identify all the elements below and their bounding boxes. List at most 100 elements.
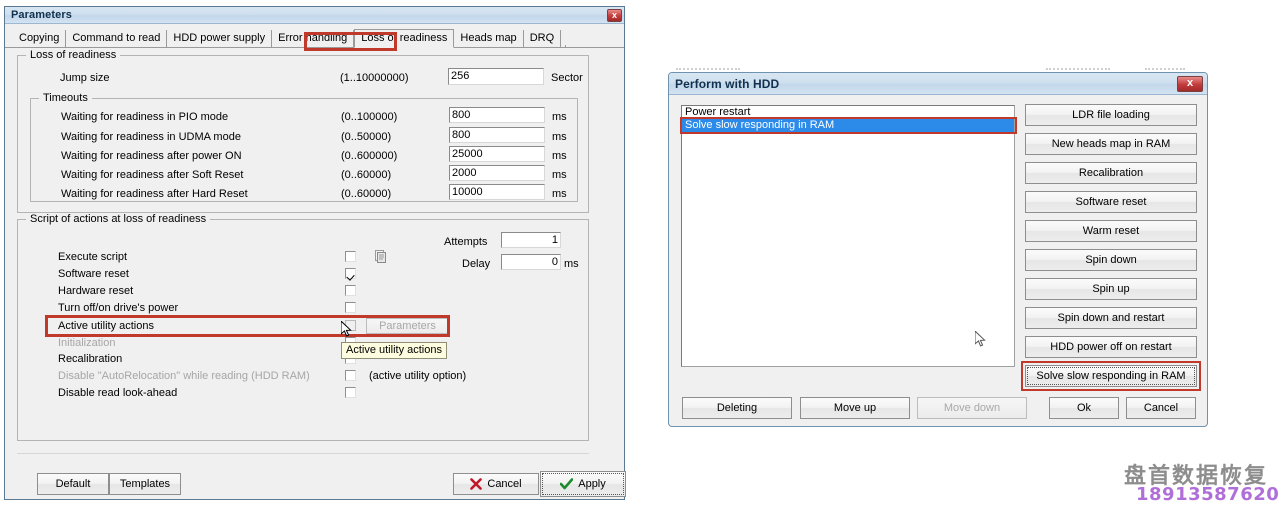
mouse-cursor: [340, 319, 353, 339]
loss-of-readiness-legend: Loss of readiness: [26, 49, 121, 61]
active-utility-option-note: (active utility option): [369, 370, 467, 382]
timeout-range-pio: (0..100000): [341, 111, 398, 123]
default-button[interactable]: Default: [37, 473, 109, 495]
move-up-button[interactable]: Move up: [800, 397, 910, 419]
script-file-icon[interactable]: [374, 250, 387, 263]
timeout-unit-soft-reset: ms: [552, 169, 567, 181]
list-item[interactable]: Solve slow responding in RAM: [682, 119, 1014, 132]
checkbox-software-reset[interactable]: [345, 268, 356, 279]
row-label-turn-off-on-power: Turn off/on drive's power: [58, 302, 179, 314]
timeout-input-pio[interactable]: 800: [449, 107, 545, 123]
row-label-recalibration: Recalibration: [58, 353, 123, 365]
perform-with-hdd-window: Perform with HDD x Power restart Solve s…: [668, 72, 1208, 427]
timeout-range-hard-reset: (0..60000): [341, 188, 392, 200]
timeout-range-soft-reset: (0..60000): [341, 169, 392, 181]
tab-loss-of-readiness[interactable]: Loss of readiness: [354, 29, 455, 48]
tab-hdd-power-supply[interactable]: HDD power supply: [167, 30, 273, 47]
row-label-initialization: Initialization: [58, 337, 116, 349]
active-utility-parameters-button[interactable]: Parameters: [366, 318, 449, 334]
checkbox-execute-script[interactable]: [345, 251, 356, 262]
perform-titlebar[interactable]: Perform with HDD x: [669, 73, 1207, 95]
deleting-button[interactable]: Deleting: [682, 397, 792, 419]
parameters-window: Parameters x Copying Command to read HDD…: [4, 6, 626, 500]
mouse-cursor: [974, 329, 987, 349]
delay-label: Delay: [462, 258, 491, 270]
row-label-disable-autorelocation: Disable "AutoRelocation" while reading (…: [58, 370, 310, 382]
timeout-label-power-on: Waiting for readiness after power ON: [61, 150, 242, 162]
timeouts-legend: Timeouts: [39, 92, 92, 104]
timeout-range-udma: (0..50000): [341, 131, 392, 143]
cancel-button[interactable]: Cancel: [453, 473, 539, 495]
ok-button[interactable]: Ok: [1049, 397, 1119, 419]
checkbox-hardware-reset[interactable]: [345, 285, 356, 296]
attempts-input[interactable]: 1: [501, 232, 561, 248]
timeout-label-soft-reset: Waiting for readiness after Soft Reset: [61, 169, 244, 181]
timeout-input-hard-reset[interactable]: 10000: [449, 184, 545, 200]
delay-input[interactable]: 0: [501, 254, 561, 270]
button-solve-slow-responding-in-ram[interactable]: Solve slow responding in RAM: [1025, 365, 1197, 387]
row-label-disable-read-look-ahead: Disable read look-ahead: [58, 387, 178, 399]
cancel-button-label: Cancel: [487, 478, 522, 490]
timeout-input-soft-reset[interactable]: 2000: [449, 165, 545, 181]
move-down-button[interactable]: Move down: [917, 397, 1027, 419]
active-utility-actions-tooltip: Active utility actions: [341, 342, 447, 359]
apply-icon: [560, 478, 574, 490]
button-spin-down-and-restart[interactable]: Spin down and restart: [1025, 307, 1197, 329]
jump-size-unit: Sector: [551, 72, 583, 84]
timeout-input-power-on[interactable]: 25000: [449, 146, 545, 162]
script-of-actions-group: Script of actions at loss of readiness A…: [17, 213, 589, 441]
tab-error-handling[interactable]: Error handling: [272, 30, 355, 47]
timeout-unit-pio: ms: [552, 111, 567, 123]
checkbox-turn-off-on-power[interactable]: [345, 302, 356, 313]
action-list[interactable]: Power restart Solve slow responding in R…: [681, 105, 1015, 367]
row-label-hardware-reset: Hardware reset: [58, 285, 134, 297]
cancel-button[interactable]: Cancel: [1126, 397, 1196, 419]
checkbox-disable-read-look-ahead[interactable]: [345, 387, 356, 398]
timeout-unit-udma: ms: [552, 131, 567, 143]
row-label-software-reset: Software reset: [58, 268, 129, 280]
timeout-unit-power-on: ms: [552, 150, 567, 162]
tab-copying[interactable]: Copying: [13, 30, 67, 47]
list-item[interactable]: Power restart: [682, 106, 1014, 119]
timeout-label-pio: Waiting for readiness in PIO mode: [61, 111, 229, 123]
timeouts-group: Timeouts Waiting for readiness in PIO mo…: [30, 92, 578, 202]
apply-button[interactable]: Apply: [540, 471, 626, 497]
tab-command-to-read[interactable]: Command to read: [66, 30, 168, 47]
button-hdd-power-off-on-restart[interactable]: HDD power off on restart: [1025, 336, 1197, 358]
checkbox-disable-autorelocation[interactable]: [345, 370, 356, 381]
timeout-label-hard-reset: Waiting for readiness after Hard Reset: [61, 188, 248, 200]
button-new-heads-map-in-ram[interactable]: New heads map in RAM: [1025, 133, 1197, 155]
parameters-window-title: Parameters: [11, 9, 72, 21]
script-of-actions-legend: Script of actions at loss of readiness: [26, 213, 211, 225]
tab-drq[interactable]: DRQ: [524, 30, 562, 47]
timeout-range-power-on: (0..600000): [341, 150, 398, 162]
templates-button[interactable]: Templates: [109, 473, 181, 495]
button-spin-up[interactable]: Spin up: [1025, 278, 1197, 300]
button-ldr-file-loading[interactable]: LDR file loading: [1025, 104, 1197, 126]
button-software-reset[interactable]: Software reset: [1025, 191, 1197, 213]
button-recalibration[interactable]: Recalibration: [1025, 162, 1197, 184]
row-label-active-utility-actions: Active utility actions: [58, 320, 154, 332]
button-warm-reset[interactable]: Warm reset: [1025, 220, 1197, 242]
row-label-execute-script: Execute script: [58, 251, 128, 263]
perform-window-title: Perform with HDD: [675, 76, 780, 91]
loss-of-readiness-group: Loss of readiness Jump size (1..10000000…: [17, 49, 589, 213]
jump-size-label: Jump size: [60, 72, 110, 84]
close-icon[interactable]: x: [1177, 75, 1203, 92]
button-spin-down[interactable]: Spin down: [1025, 249, 1197, 271]
jump-size-range: (1..10000000): [340, 72, 409, 84]
attempts-label: Attempts: [444, 236, 488, 248]
tab-heads-map[interactable]: Heads map: [454, 30, 524, 47]
apply-button-label: Apply: [578, 478, 606, 490]
tab-strip-end: [561, 45, 567, 47]
cancel-icon: [470, 478, 483, 490]
parameters-titlebar[interactable]: Parameters x: [5, 7, 624, 24]
watermark-phone-number: 18913587620: [1136, 484, 1280, 505]
timeout-label-udma: Waiting for readiness in UDMA mode: [61, 131, 241, 143]
delay-unit: ms: [564, 258, 579, 270]
timeout-unit-hard-reset: ms: [552, 188, 567, 200]
footer-separator: [17, 453, 589, 454]
jump-size-input[interactable]: 256: [448, 68, 544, 85]
close-icon[interactable]: x: [607, 8, 622, 22]
timeout-input-udma[interactable]: 800: [449, 127, 545, 143]
